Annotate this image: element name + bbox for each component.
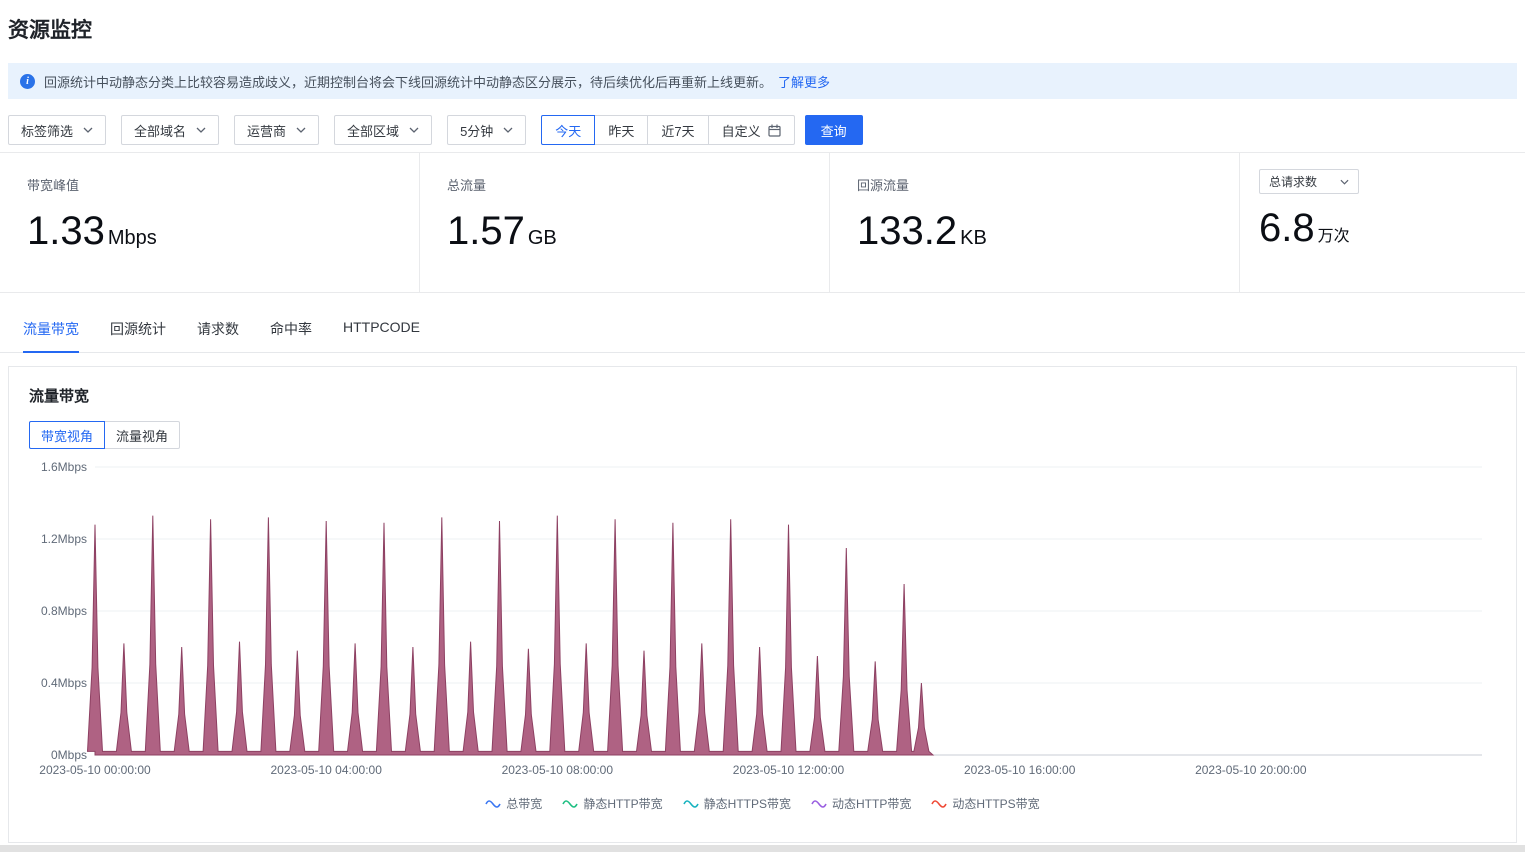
stat-card-origin-traffic: 回源流量 133.2 KB bbox=[830, 153, 1240, 292]
legend-label: 动态HTTP带宽 bbox=[832, 797, 912, 811]
region-filter-label: 全部区域 bbox=[347, 123, 400, 139]
series-wave-icon bbox=[682, 799, 699, 808]
info-banner: i 回源统计中动静态分类上比较容易造成歧义，近期控制台将会下线回源统计中动静态区… bbox=[8, 63, 1517, 99]
legend-item[interactable]: 动态HTTP带宽 bbox=[811, 795, 911, 812]
region-filter-dropdown[interactable]: 全部区域 bbox=[334, 115, 433, 145]
banner-text: 回源统计中动静态分类上比较容易造成歧义，近期控制台将会下线回源统计中动静态区分展… bbox=[44, 74, 773, 90]
series-wave-icon bbox=[811, 799, 827, 808]
tab-traffic-bandwidth[interactable]: 流量带宽 bbox=[23, 319, 79, 353]
x-axis-tick-label: 2023-05-10 04:00:00 bbox=[270, 763, 382, 777]
stat-value: 133.2 KB bbox=[857, 209, 987, 253]
legend-label: 总带宽 bbox=[506, 797, 543, 811]
y-axis-tick-label: 1.2Mbps bbox=[41, 532, 87, 546]
x-axis-tick-label: 2023-05-10 20:00:00 bbox=[1195, 763, 1307, 777]
time-range-group: 今天 昨天 近7天 自定义 bbox=[541, 115, 795, 145]
legend-item[interactable]: 静态HTTPS带宽 bbox=[682, 795, 791, 812]
chart-title: 流量带宽 bbox=[29, 388, 90, 405]
tag-filter-label: 标签筛选 bbox=[21, 123, 74, 139]
stat-card-total-requests: 总请求数 6.8 万次 bbox=[1240, 153, 1525, 292]
legend-item[interactable]: 总带宽 bbox=[485, 795, 542, 812]
tab-hit-rate[interactable]: 命中率 bbox=[270, 319, 312, 353]
tab-origin-stats[interactable]: 回源统计 bbox=[110, 319, 166, 353]
metric-select-label: 总请求数 bbox=[1269, 175, 1318, 189]
chart-panel: 流量带宽 带宽视角 流量视角 0Mbps 0.4Mbps 0.8Mbps 1.2Mbp… bbox=[8, 366, 1517, 843]
query-button[interactable]: 查询 bbox=[804, 115, 863, 145]
metric-tabs: 流量带宽 回源统计 请求数 命中率 HTTPCODE bbox=[0, 319, 1525, 353]
page-title: 资源监控 bbox=[8, 19, 92, 42]
chevron-down-icon bbox=[296, 127, 306, 133]
time-range-custom[interactable]: 自定义 bbox=[707, 115, 795, 145]
stat-label: 回源流量 bbox=[857, 178, 910, 193]
stat-card-peak-bandwidth: 带宽峰值 1.33 Mbps bbox=[0, 153, 420, 292]
x-axis-tick-label: 2023-05-10 00:00:00 bbox=[39, 763, 151, 777]
chevron-down-icon bbox=[196, 127, 206, 133]
stat-value: 1.57 GB bbox=[447, 209, 557, 253]
bandwidth-area-chart: 0Mbps 0.4Mbps 0.8Mbps 1.2Mbps 1.6Mbps 2023-05… bbox=[39, 460, 1482, 777]
chevron-down-icon bbox=[409, 127, 419, 133]
domain-filter-dropdown[interactable]: 全部域名 bbox=[121, 115, 220, 145]
legend-item[interactable]: 静态HTTP带宽 bbox=[562, 795, 663, 812]
domain-filter-label: 全部域名 bbox=[134, 123, 187, 139]
chevron-down-icon bbox=[503, 127, 513, 133]
isp-filter-dropdown[interactable]: 运营商 bbox=[234, 115, 320, 145]
time-range-yesterday[interactable]: 昨天 bbox=[594, 115, 649, 145]
isp-filter-label: 运营商 bbox=[247, 123, 287, 139]
calendar-icon bbox=[767, 124, 781, 137]
view-traffic-button[interactable]: 流量视角 bbox=[104, 421, 181, 449]
learn-more-link[interactable]: 了解更多 bbox=[778, 72, 830, 91]
series-wave-icon bbox=[485, 799, 502, 808]
legend-label: 动态HTTPS带宽 bbox=[952, 797, 1040, 811]
stat-value: 6.8 万次 bbox=[1259, 206, 1350, 250]
chart-view-toggle: 带宽视角 流量视角 bbox=[29, 421, 181, 449]
chevron-down-icon bbox=[1340, 179, 1349, 185]
granularity-dropdown[interactable]: 5分钟 bbox=[447, 115, 527, 145]
stat-label: 带宽峰值 bbox=[27, 178, 80, 193]
x-axis-tick-label: 2023-05-10 08:00:00 bbox=[502, 763, 614, 777]
time-range-custom-label: 自定义 bbox=[721, 123, 761, 139]
stats-summary-row: 带宽峰值 1.33 Mbps 总流量 1.57 GB 回源流量 133.2 KB 总请… bbox=[0, 152, 1525, 293]
tab-httpcode[interactable]: HTTPCODE bbox=[343, 319, 420, 353]
info-icon: i bbox=[20, 73, 35, 89]
tag-filter-dropdown[interactable]: 标签筛选 bbox=[8, 115, 107, 145]
chart-legend: 总带宽 静态HTTP带宽 静态HTTPS带宽 动态HTTP带宽 动态HTTPS带宽 bbox=[29, 795, 1496, 812]
view-bandwidth-button[interactable]: 带宽视角 bbox=[29, 421, 106, 449]
stat-card-total-traffic: 总流量 1.57 GB bbox=[420, 153, 830, 292]
filter-toolbar: 标签筛选 全部域名 运营商 全部区域 5分钟 今天 昨天 近7天 自定义 查询 bbox=[8, 115, 1517, 145]
time-range-today[interactable]: 今天 bbox=[541, 115, 596, 145]
chevron-down-icon bbox=[83, 127, 93, 133]
horizontal-scrollbar[interactable] bbox=[0, 845, 1525, 852]
y-axis-tick-label: 0.4Mbps bbox=[41, 676, 87, 690]
stat-label: 总流量 bbox=[447, 178, 487, 193]
y-axis-tick-label: 1.6Mbps bbox=[41, 460, 87, 474]
legend-label: 静态HTTP带宽 bbox=[583, 797, 663, 811]
metric-select-dropdown[interactable]: 总请求数 bbox=[1259, 169, 1359, 194]
tab-request-count[interactable]: 请求数 bbox=[197, 319, 239, 353]
y-axis-tick-label: 0.8Mbps bbox=[41, 604, 87, 618]
resource-monitor-page: 资源监控 i 回源统计中动静态分类上比较容易造成歧义，近期控制台将会下线回源统计… bbox=[0, 0, 1525, 845]
stat-value: 1.33 Mbps bbox=[27, 209, 157, 253]
series-wave-icon bbox=[931, 799, 948, 808]
y-axis-tick-label: 0Mbps bbox=[51, 748, 87, 762]
legend-label: 静态HTTPS带宽 bbox=[703, 797, 791, 811]
time-range-last7days[interactable]: 近7天 bbox=[647, 115, 709, 145]
bandwidth-series-area bbox=[86, 515, 935, 756]
granularity-label: 5分钟 bbox=[460, 123, 494, 139]
x-axis-tick-label: 2023-05-10 12:00:00 bbox=[733, 763, 845, 777]
legend-item[interactable]: 动态HTTPS带宽 bbox=[931, 795, 1040, 812]
x-axis-tick-label: 2023-05-10 16:00:00 bbox=[964, 763, 1076, 777]
series-wave-icon bbox=[562, 799, 579, 808]
